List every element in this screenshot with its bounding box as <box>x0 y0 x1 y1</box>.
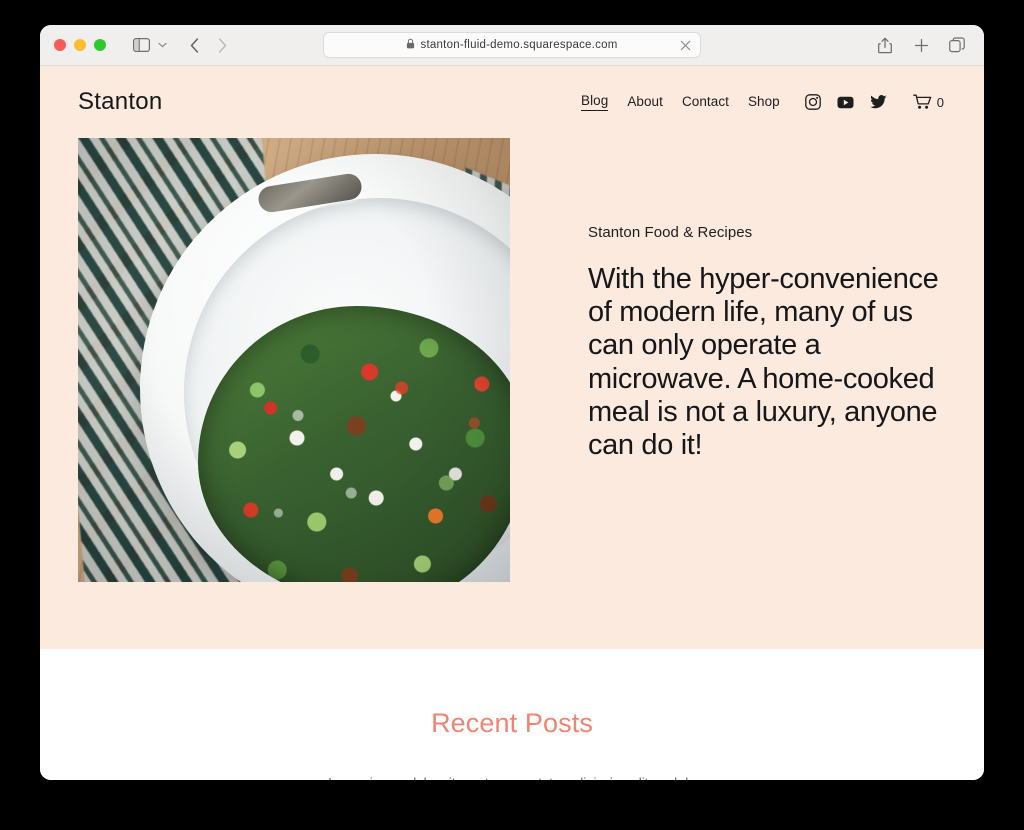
hero-heading: With the hyper-convenience of modern lif… <box>588 263 939 462</box>
twitter-icon[interactable] <box>869 95 887 109</box>
hero-text-block: Stanton Food & Recipes With the hyper-co… <box>510 138 946 582</box>
address-bar[interactable]: stanton-fluid-demo.squarespace.com <box>323 32 701 58</box>
safari-browser-window: stanton-fluid-demo.squarespace.com Stant… <box>40 25 984 780</box>
social-links <box>804 94 887 110</box>
new-tab-plus-icon[interactable] <box>908 32 934 58</box>
browser-toolbar: stanton-fluid-demo.squarespace.com <box>40 25 984 66</box>
site-navigation: Blog About Contact Shop 0 <box>581 93 944 111</box>
instagram-icon[interactable] <box>804 94 821 110</box>
hero-eyebrow: Stanton Food & Recipes <box>588 224 753 241</box>
hero-body: Stanton Food & Recipes With the hyper-co… <box>40 138 984 582</box>
hero-food-image <box>78 138 510 582</box>
nav-link-shop[interactable]: Shop <box>748 94 780 111</box>
site-logo[interactable]: Stanton <box>78 88 162 116</box>
maximize-window-button[interactable] <box>94 39 106 51</box>
nav-link-contact[interactable]: Contact <box>682 94 729 111</box>
clear-address-icon[interactable] <box>678 38 692 52</box>
recent-posts-heading: Recent Posts <box>431 708 593 738</box>
lock-icon <box>406 36 415 54</box>
desktop-screen: stanton-fluid-demo.squarespace.com Stant… <box>0 0 1024 830</box>
address-bar-url: stanton-fluid-demo.squarespace.com <box>420 39 618 51</box>
recent-posts-section: Recent Posts Lorem ipsum dolor sit amet,… <box>40 649 984 780</box>
nav-link-blog[interactable]: Blog <box>581 93 609 111</box>
back-button[interactable] <box>183 32 205 58</box>
window-traffic-lights <box>54 39 106 51</box>
tabs-overview-icon[interactable] <box>944 32 970 58</box>
cart-icon <box>912 94 932 110</box>
nav-links: Blog About Contact Shop <box>581 93 780 111</box>
web-page-viewport: Stanton Blog About Contact Shop 0 Stanto… <box>40 66 984 780</box>
nav-link-about[interactable]: About <box>627 94 663 111</box>
toolbar-right-controls <box>872 32 970 58</box>
image-vignette <box>78 138 510 582</box>
cart-count: 0 <box>936 94 944 110</box>
close-window-button[interactable] <box>54 39 66 51</box>
cart-button[interactable]: 0 <box>912 94 944 110</box>
sidebar-toggle-icon[interactable] <box>128 32 154 58</box>
share-icon[interactable] <box>872 32 898 58</box>
hero-section: Stanton Blog About Contact Shop 0 Stanto… <box>40 66 984 649</box>
forward-button[interactable] <box>211 32 233 58</box>
recent-posts-body: Lorem ipsum dolor sit amet, consectetur … <box>302 772 722 780</box>
toolbar-left-controls <box>128 32 233 58</box>
minimize-window-button[interactable] <box>74 39 86 51</box>
site-header: Stanton Blog About Contact Shop 0 <box>40 66 984 138</box>
address-bar-content: stanton-fluid-demo.squarespace.com <box>406 36 617 54</box>
sidebar-chevron-down-icon[interactable] <box>156 41 169 50</box>
youtube-icon[interactable] <box>837 96 854 109</box>
navigation-arrows <box>183 32 233 58</box>
